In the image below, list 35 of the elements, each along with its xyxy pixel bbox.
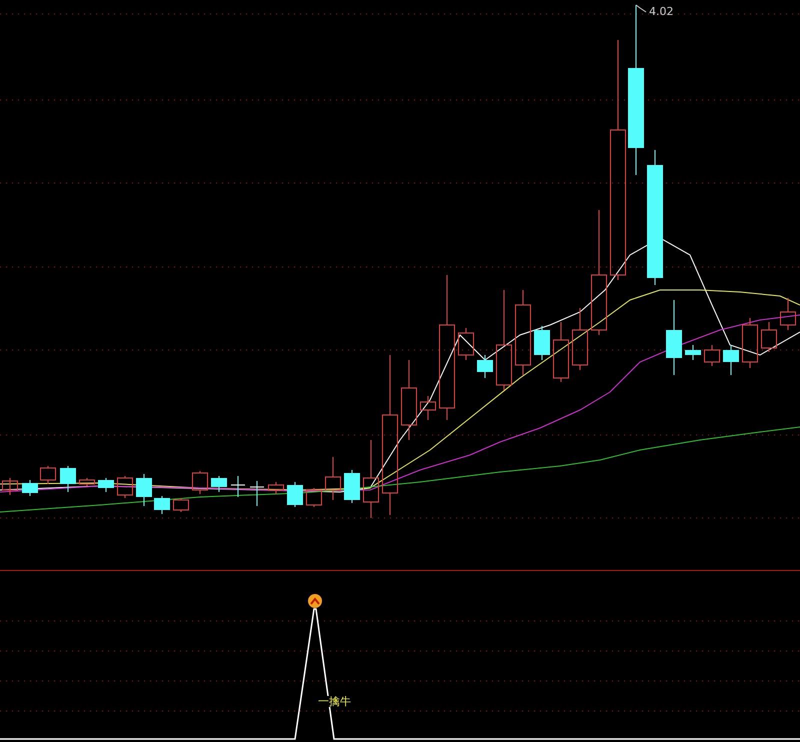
pointer-line xyxy=(636,4,646,12)
candlestick xyxy=(230,476,246,498)
candlestick xyxy=(98,478,114,492)
signal-label: 一擒牛 xyxy=(318,696,351,707)
candlestick xyxy=(40,466,56,484)
candlestick xyxy=(22,480,38,496)
candlestick xyxy=(458,328,474,360)
candlestick xyxy=(136,474,152,506)
candlestick xyxy=(79,478,95,486)
candlestick xyxy=(761,322,777,352)
candlestick xyxy=(60,466,76,492)
candlestick xyxy=(117,476,133,498)
candlestick xyxy=(268,482,284,494)
candlestick xyxy=(192,470,208,494)
candlestick xyxy=(704,344,720,366)
candlestick xyxy=(344,470,360,504)
candlestick xyxy=(154,496,170,514)
candlestick xyxy=(250,480,264,506)
candlestick xyxy=(723,344,739,376)
candlestick xyxy=(572,308,588,370)
candlestick xyxy=(325,456,341,500)
candlestick xyxy=(742,318,758,368)
candlestick xyxy=(685,344,701,360)
candlestick xyxy=(534,326,550,360)
up-arrow-icon xyxy=(308,594,322,608)
candlestick xyxy=(287,482,303,508)
candlestick xyxy=(2,478,18,496)
candlestick xyxy=(211,476,227,492)
candlestick xyxy=(420,396,436,420)
candlestick xyxy=(780,298,796,330)
candlestick xyxy=(477,354,493,378)
candlestick xyxy=(306,488,322,508)
candlestick xyxy=(173,498,189,512)
candlestick xyxy=(553,322,569,382)
price-label: 4.02 xyxy=(649,6,674,17)
